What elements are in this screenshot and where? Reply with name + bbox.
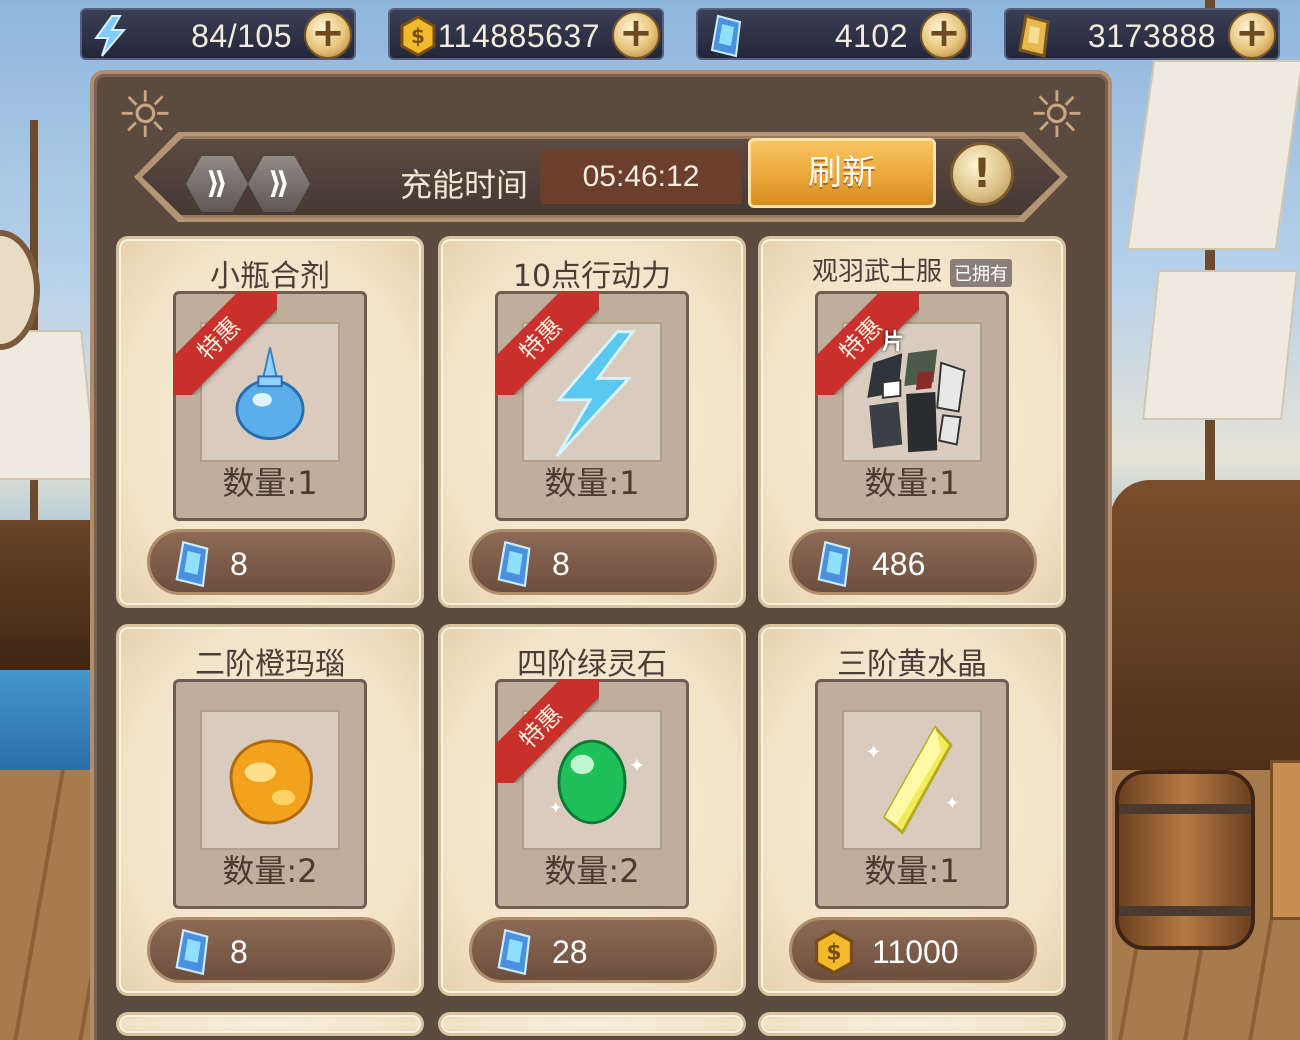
shop-item-card[interactable]: 10点行动力 数量:1 特惠 8 <box>438 236 746 608</box>
item-quantity: 数量:1 <box>222 464 318 502</box>
ship-hull-right <box>1110 480 1300 780</box>
svg-text:✦: ✦ <box>945 794 960 814</box>
item-name: 四阶绿灵石 <box>517 647 667 682</box>
sail-right-lower <box>1142 270 1298 420</box>
shop-item-card[interactable]: 四阶绿灵石 ✦ ✦ 数量:2 特惠 28 <box>438 624 746 996</box>
shop-item-card-partial[interactable] <box>758 1012 1066 1036</box>
energy-counter: 84/105 + <box>80 8 356 60</box>
gold-token-icon <box>1018 14 1050 58</box>
item-name: 观羽武士服 <box>811 257 942 287</box>
shop-item-card[interactable]: 二阶橙玛瑙 数量:2 8 <box>116 624 424 996</box>
recharge-timer: 05:46:12 <box>540 150 742 204</box>
token-counter: 3173888 + <box>1004 8 1280 60</box>
gem-value: 4102 <box>834 18 908 54</box>
refresh-button[interactable]: 刷新 <box>748 138 936 208</box>
item-quantity: 数量:2 <box>222 852 318 890</box>
svg-text:✦: ✦ <box>629 754 645 777</box>
sail-left <box>0 330 98 480</box>
blue-crystal-icon <box>175 540 209 588</box>
ship-hull-left <box>0 520 95 670</box>
gold-coin-icon: $ <box>814 929 854 975</box>
item-name: 三阶黄水晶 <box>837 647 987 682</box>
shop-panel: ☼ ☼ ⟫ ⟫ 充能时间 05:46:12 刷新 ! 小瓶合剂 数量:1 特惠 <box>90 70 1112 1040</box>
shop-item-card-partial[interactable] <box>438 1012 746 1036</box>
buy-button[interactable]: 28 <box>469 917 717 983</box>
svg-text:$: $ <box>411 24 425 48</box>
item-name: 二阶橙玛瑙 <box>195 647 345 682</box>
shop-item-card[interactable]: 小瓶合剂 数量:1 特惠 8 <box>116 236 424 608</box>
buy-button[interactable]: 8 <box>147 917 395 983</box>
item-price: 11000 <box>872 934 959 970</box>
recharge-time-label: 充能时间 <box>400 166 529 204</box>
blue-crystal-icon <box>175 928 209 976</box>
shop-item-card[interactable]: 观羽武士服 已拥有 数量:1 特惠 片 486 <box>758 236 1066 608</box>
special-offer-badge: 特惠 <box>495 679 599 783</box>
special-offer-badge: 特惠 <box>495 291 599 395</box>
owned-tag: 已拥有 <box>950 258 1012 287</box>
fragment-label: 片 <box>882 330 905 355</box>
blue-crystal-icon <box>817 540 851 588</box>
svg-text:✦: ✦ <box>549 799 562 817</box>
item-image <box>200 710 340 850</box>
item-frame: 数量:1 特惠 片 <box>815 291 1009 521</box>
gem-counter: 4102 + <box>696 8 972 60</box>
add-energy-button[interactable]: + <box>304 11 352 59</box>
svg-text:$: $ <box>826 941 841 966</box>
item-price: 8 <box>230 934 248 970</box>
buy-button[interactable]: 8 <box>469 529 717 595</box>
shop-item-card[interactable]: 三阶黄水晶 ✦ ✦ 数量:1 $ 11000 <box>758 624 1066 996</box>
sail-right-upper <box>1126 60 1300 250</box>
gold-coin-icon: $ <box>400 15 436 57</box>
item-quantity: 数量:2 <box>544 852 640 890</box>
item-price: 8 <box>230 546 248 582</box>
gold-counter: $ 114885637 + <box>388 8 664 60</box>
item-frame: ✦ ✦ 数量:2 特惠 <box>495 679 689 909</box>
item-price: 8 <box>552 546 570 582</box>
lightning-icon <box>94 15 127 57</box>
orange-agate-icon <box>229 739 313 825</box>
special-offer-label: 特惠 <box>495 291 599 395</box>
energy-value: 84/105 <box>191 18 292 54</box>
item-name: 10点行动力 <box>512 259 672 294</box>
item-frame: ✦ ✦ 数量:1 <box>815 679 1009 909</box>
token-value: 3173888 <box>1087 18 1216 54</box>
item-frame: 数量:1 特惠 <box>173 291 367 521</box>
special-offer-label: 特惠 <box>495 679 599 783</box>
item-name: 小瓶合剂 <box>210 259 330 294</box>
blue-crystal-icon <box>497 540 531 588</box>
special-offer-badge: 特惠 <box>173 291 277 395</box>
buy-button[interactable]: $ 11000 <box>789 917 1037 983</box>
info-button[interactable]: ! <box>950 142 1014 206</box>
blue-crystal-icon <box>497 928 531 976</box>
item-price: 28 <box>552 934 588 970</box>
shop-item-card-partial[interactable] <box>116 1012 424 1036</box>
yellow-crystal-icon: ✦ ✦ <box>865 725 960 835</box>
gold-value: 114885637 <box>437 18 600 54</box>
buy-button[interactable]: 486 <box>789 529 1037 595</box>
item-quantity: 数量:1 <box>864 464 960 502</box>
item-frame: 数量:1 特惠 <box>495 291 689 521</box>
special-offer-label: 特惠 <box>173 291 277 395</box>
item-price: 486 <box>872 546 926 582</box>
item-frame: 数量:2 <box>173 679 367 909</box>
add-token-button[interactable]: + <box>1228 11 1276 59</box>
add-gem-button[interactable]: + <box>920 11 968 59</box>
item-quantity: 数量:1 <box>544 464 640 502</box>
svg-text:✦: ✦ <box>865 741 881 764</box>
blue-crystal-icon <box>710 14 742 58</box>
item-title-row: 观羽武士服 已拥有 <box>761 251 1063 288</box>
crate <box>1270 760 1300 920</box>
item-image: ✦ ✦ <box>842 710 982 850</box>
barrel <box>1115 770 1255 950</box>
buy-button[interactable]: 8 <box>147 529 395 595</box>
item-quantity: 数量:1 <box>864 852 960 890</box>
add-gold-button[interactable]: + <box>612 11 660 59</box>
